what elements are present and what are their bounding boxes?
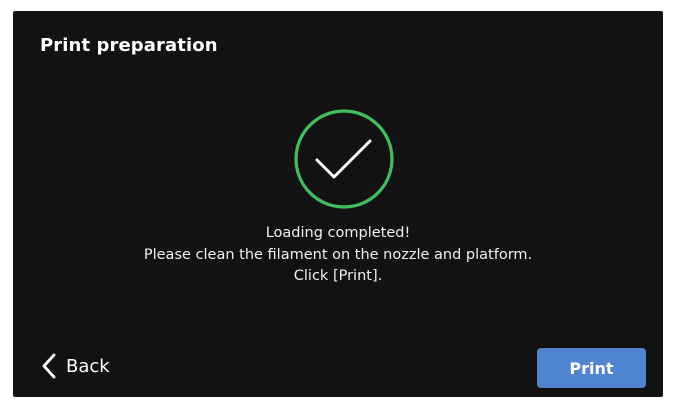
print-button-label: Print <box>569 358 614 378</box>
check-circle-icon <box>293 108 395 210</box>
message-line-click-print: Click [Print]. <box>293 268 383 284</box>
message-line-loading: Loading completed! <box>265 225 411 241</box>
print-preparation-screen: Print preparation Loading completed! Ple… <box>13 11 663 397</box>
message-line-instructions: Please clean the filament on the nozzle … <box>143 246 533 263</box>
status-message: Loading completed! Please clean the fila… <box>13 223 663 288</box>
back-button[interactable]: Back <box>40 352 110 380</box>
page-title: Print preparation <box>40 35 218 56</box>
chevron-left-icon <box>42 353 56 379</box>
print-button[interactable]: Print <box>537 348 646 388</box>
back-label: Back <box>66 355 110 377</box>
